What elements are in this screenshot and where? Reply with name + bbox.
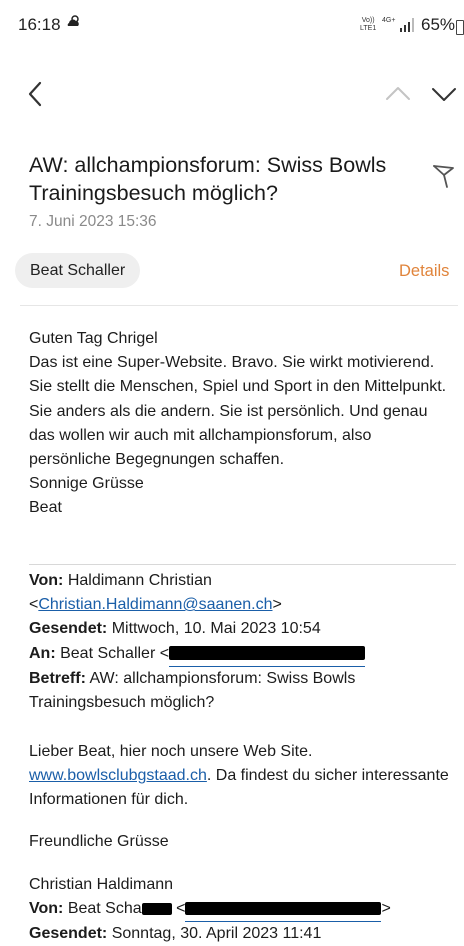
sender-chip[interactable]: Beat Schaller: [15, 253, 141, 288]
website-link[interactable]: www.bowlsclubgstaad.ch: [29, 767, 207, 784]
quoted-sent-2-value: Sonntag, 30. April 2023 11:41: [111, 924, 322, 942]
chevron-down-icon: [432, 88, 456, 101]
redacted-email: [169, 642, 366, 667]
quoted-from-email-link[interactable]: Christian.Haldimann@saanen.ch: [38, 596, 272, 613]
quoted-from: Von: Haldimann Christian: [29, 569, 454, 593]
quoted-sent: Gesendet: Mittwoch, 10. Mai 2023 10:54: [29, 617, 454, 641]
quoted-subject-label: Betreff:: [29, 669, 86, 687]
network-type: 4G+: [382, 17, 396, 24]
body-line: Beat: [29, 499, 62, 517]
back-button[interactable]: [22, 78, 52, 110]
quoted-sent-value: Mittwoch, 10. Mai 2023 10:54: [111, 620, 321, 638]
redaction-bar: [169, 646, 366, 661]
previous-email-button[interactable]: [384, 82, 412, 106]
email-subject: AW: allchampionsforum: Swiss Bowls Train…: [29, 153, 387, 205]
quoted-to-label: An:: [29, 644, 56, 662]
body-line: Sonnige Grüsse: [29, 475, 144, 493]
quoted-website-line: www.bowlsclubgstaad.ch. Da findest du si…: [29, 764, 454, 812]
quote-divider: [29, 564, 456, 565]
quoted-sent-2-label: Gesendet:: [29, 924, 108, 942]
quoted-message: Von: Haldimann Christian <Christian.Hald…: [29, 569, 454, 946]
flag-button[interactable]: [430, 160, 456, 190]
quoted-subject: Betreff: AW: allchampionsforum: Swiss Bo…: [29, 667, 454, 715]
quoted-from-2-bracket: <: [171, 899, 186, 917]
battery-percent: 65%: [421, 15, 456, 34]
status-bar: 16:18 Vo)) LTE1 4G+ 65%: [0, 0, 464, 50]
signal-icon: [400, 18, 416, 32]
quoted-sent-label: Gesendet:: [29, 620, 108, 638]
quoted-from-email-line: <Christian.Haldimann@saanen.ch>: [29, 596, 282, 614]
quoted-greeting: Lieber Beat, hier noch unsere Web Site.: [29, 742, 313, 760]
flag-icon: [433, 165, 454, 188]
header-divider: [20, 305, 458, 306]
next-email-button[interactable]: [430, 82, 458, 106]
redacted-email: [185, 897, 382, 922]
volte-indicator: Vo)) LTE1: [360, 17, 377, 32]
quoted-to: An: Beat Schaller <: [29, 642, 454, 667]
body-line: Guten Tag Chrigel: [29, 330, 158, 347]
details-link[interactable]: Details: [399, 262, 449, 281]
quoted-closing: Freundliche Grüsse: [29, 833, 169, 851]
battery-icon: [456, 20, 464, 35]
quoted-from-name: Haldimann Christian: [67, 572, 212, 589]
quoted-to-value: Beat Schaller <: [60, 644, 170, 662]
redaction-bar: [185, 902, 382, 915]
body-line: Das ist eine Super-Website. Bravo. Sie w…: [29, 354, 447, 469]
quoted-from-2: Von: Beat Scha < >: [29, 897, 454, 922]
cloud-sun-icon: [66, 14, 82, 32]
quoted-sent-2: Gesendet: Sonntag, 30. April 2023 11:41: [29, 922, 454, 946]
quoted-from-2-value: Beat Scha: [67, 899, 142, 917]
email-date: 7. Juni 2023 15:36: [29, 213, 157, 230]
chevron-left-icon: [28, 81, 42, 107]
quoted-signature: Christian Haldimann: [29, 875, 174, 893]
quoted-from-label: Von:: [29, 572, 64, 589]
quoted-from-2-close: >: [381, 899, 391, 917]
status-time: 16:18: [18, 15, 61, 34]
email-body: Guten Tag Chrigel Das ist eine Super-Web…: [29, 327, 454, 521]
redaction-bar: [141, 902, 172, 915]
quoted-from-2-label: Von:: [29, 899, 64, 917]
chevron-up-icon: [386, 87, 410, 100]
